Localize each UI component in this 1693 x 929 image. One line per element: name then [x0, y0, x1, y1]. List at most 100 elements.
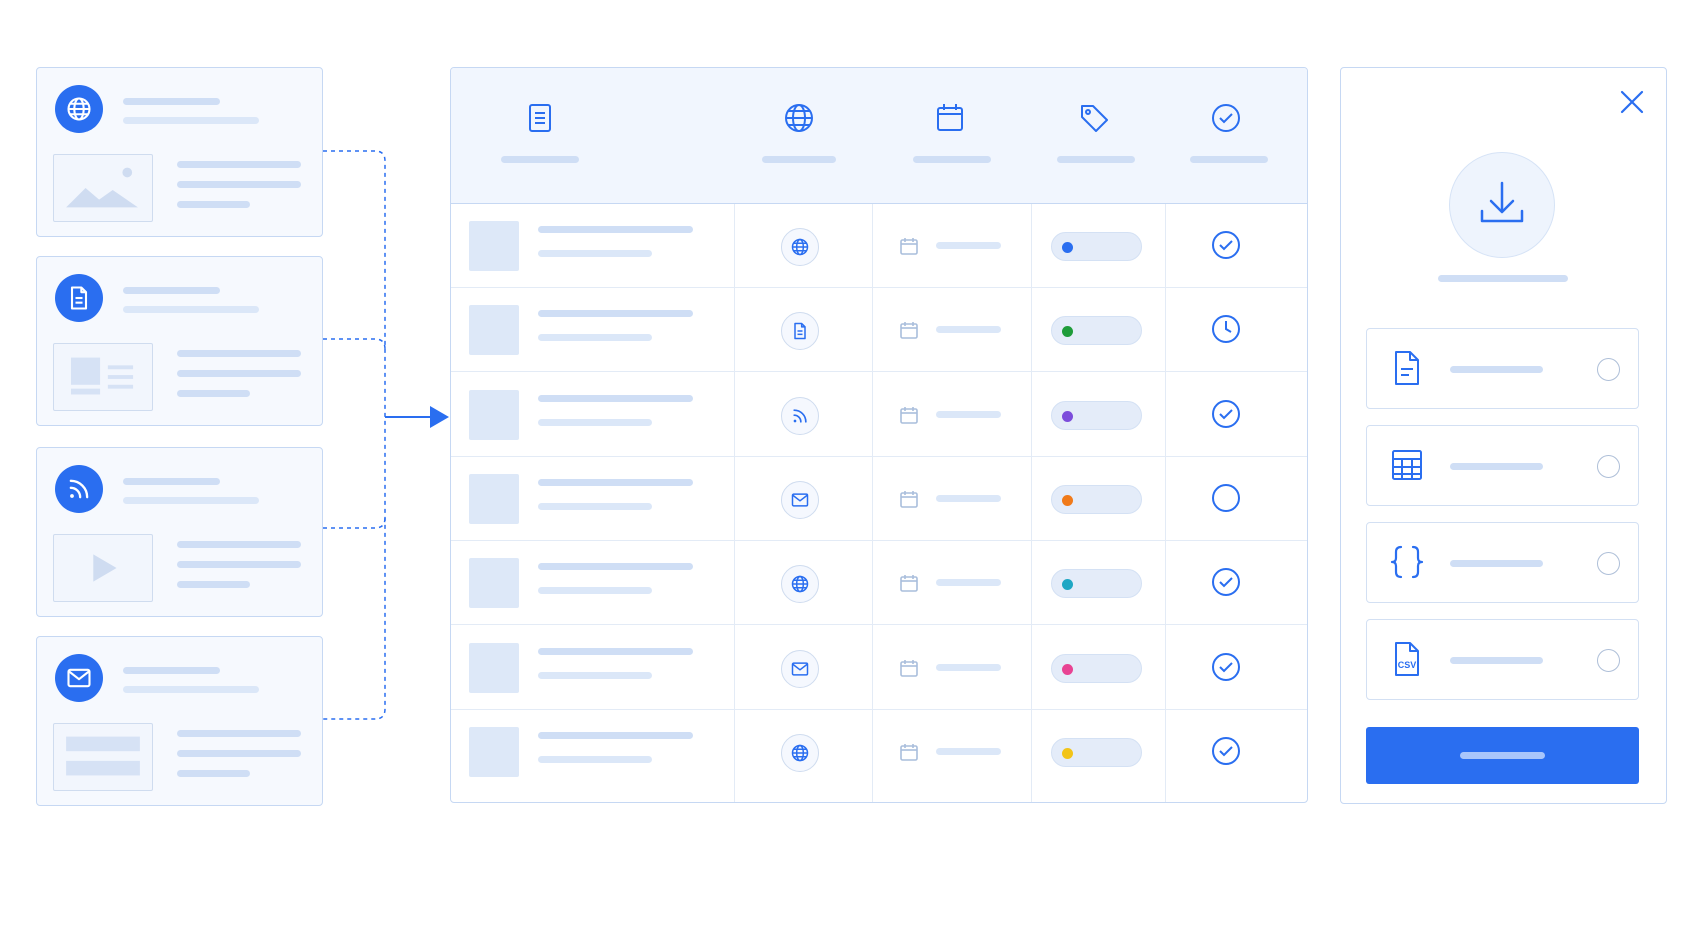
mail-icon [55, 654, 103, 702]
image-preview [53, 154, 153, 222]
table-row[interactable] [451, 710, 1307, 794]
row-subtitle-placeholder [538, 334, 652, 342]
tag-color-dot [1062, 494, 1073, 506]
document-icon [781, 312, 819, 351]
check-circle-icon[interactable] [1209, 650, 1243, 684]
tag-pill[interactable] [1051, 316, 1142, 346]
format-radio[interactable] [1597, 552, 1620, 575]
source-subtitle-placeholder [123, 306, 259, 313]
format-radio[interactable] [1597, 358, 1620, 381]
row-subtitle-placeholder [538, 418, 652, 426]
content-table [450, 67, 1308, 803]
mail-icon [781, 480, 819, 519]
table-row[interactable] [451, 541, 1307, 626]
check-circle-icon[interactable] [1209, 397, 1243, 431]
check-circle-icon[interactable] [1209, 565, 1243, 599]
calendar-icon[interactable] [933, 101, 967, 135]
check-circle-icon[interactable] [1209, 228, 1243, 262]
row-subtitle-placeholder [538, 502, 652, 510]
video-preview [53, 534, 153, 602]
source-title-placeholder [123, 98, 220, 105]
row-title-placeholder [538, 226, 693, 233]
calendar-icon [898, 572, 920, 594]
row-thumbnail [469, 473, 519, 524]
csv-file-icon: CSV [1387, 639, 1427, 679]
row-title-placeholder [538, 563, 693, 571]
format-radio[interactable] [1597, 649, 1620, 672]
calendar-icon [898, 404, 920, 426]
source-card[interactable] [36, 447, 323, 617]
format-label-placeholder [1450, 560, 1543, 567]
tag-icon[interactable] [1077, 101, 1111, 135]
export-format-option[interactable] [1366, 425, 1639, 506]
row-title-placeholder [538, 478, 693, 486]
check-circle-icon[interactable] [1209, 734, 1243, 768]
table-row[interactable] [451, 457, 1307, 541]
tag-pill[interactable] [1051, 400, 1142, 430]
row-thumbnail [469, 642, 519, 693]
export-button[interactable] [1366, 727, 1639, 784]
row-date-placeholder [936, 410, 1001, 418]
source-text-placeholder [177, 541, 301, 548]
document-icon [55, 274, 103, 322]
row-date-placeholder [936, 242, 1001, 249]
globe-icon[interactable] [782, 101, 816, 135]
header-label-placeholder [762, 156, 836, 163]
calendar-icon [898, 235, 920, 257]
table-row[interactable] [451, 288, 1307, 373]
table-header [451, 68, 1307, 204]
document-icon[interactable] [523, 101, 557, 135]
source-card[interactable] [36, 256, 323, 426]
globe-icon [55, 85, 103, 133]
clock-icon[interactable] [1209, 312, 1243, 346]
source-subtitle-placeholder [123, 686, 259, 693]
panel-title-placeholder [1438, 275, 1568, 282]
tag-pill[interactable] [1051, 484, 1142, 514]
tag-color-dot [1062, 410, 1073, 422]
row-date-placeholder [936, 326, 1001, 334]
empty-circle-icon[interactable] [1209, 481, 1243, 515]
source-text-placeholder [177, 770, 250, 777]
source-text-placeholder [177, 730, 301, 737]
calendar-icon [898, 488, 920, 510]
braces-icon [1387, 542, 1427, 582]
table-grid-icon [1387, 445, 1427, 485]
calendar-icon [898, 657, 920, 679]
source-card[interactable] [36, 636, 323, 806]
calendar-icon [898, 741, 920, 763]
svg-text:CSV: CSV [1398, 660, 1417, 670]
row-subtitle-placeholder [538, 755, 652, 763]
article-preview [53, 343, 153, 411]
row-date-placeholder [936, 494, 1001, 502]
row-date-placeholder [936, 663, 1001, 671]
mail-icon [781, 649, 819, 688]
row-thumbnail [469, 221, 519, 271]
export-format-option[interactable] [1366, 522, 1639, 603]
header-label-placeholder [1057, 156, 1135, 163]
source-text-placeholder [177, 201, 250, 208]
source-text-placeholder [177, 370, 301, 377]
row-title-placeholder [538, 647, 693, 655]
format-radio[interactable] [1597, 455, 1620, 478]
export-button-label-placeholder [1460, 752, 1545, 759]
tag-pill[interactable] [1051, 653, 1142, 683]
table-row[interactable] [451, 204, 1307, 288]
close-icon[interactable] [1618, 88, 1646, 116]
rss-icon [55, 465, 103, 513]
download-icon [1449, 152, 1555, 258]
source-title-placeholder [123, 667, 220, 674]
tag-pill[interactable] [1051, 232, 1142, 261]
source-title-placeholder [123, 287, 220, 294]
row-subtitle-placeholder [538, 587, 652, 595]
format-label-placeholder [1450, 366, 1543, 373]
source-card[interactable] [36, 67, 323, 237]
source-text-placeholder [177, 561, 301, 568]
tag-pill[interactable] [1051, 737, 1142, 767]
table-row[interactable] [451, 373, 1307, 457]
check-circle-icon[interactable] [1209, 101, 1243, 135]
rss-icon [781, 396, 819, 435]
export-format-option[interactable]: CSV [1366, 619, 1639, 700]
export-format-option[interactable] [1366, 328, 1639, 409]
table-row[interactable] [451, 626, 1307, 710]
tag-pill[interactable] [1051, 569, 1142, 599]
